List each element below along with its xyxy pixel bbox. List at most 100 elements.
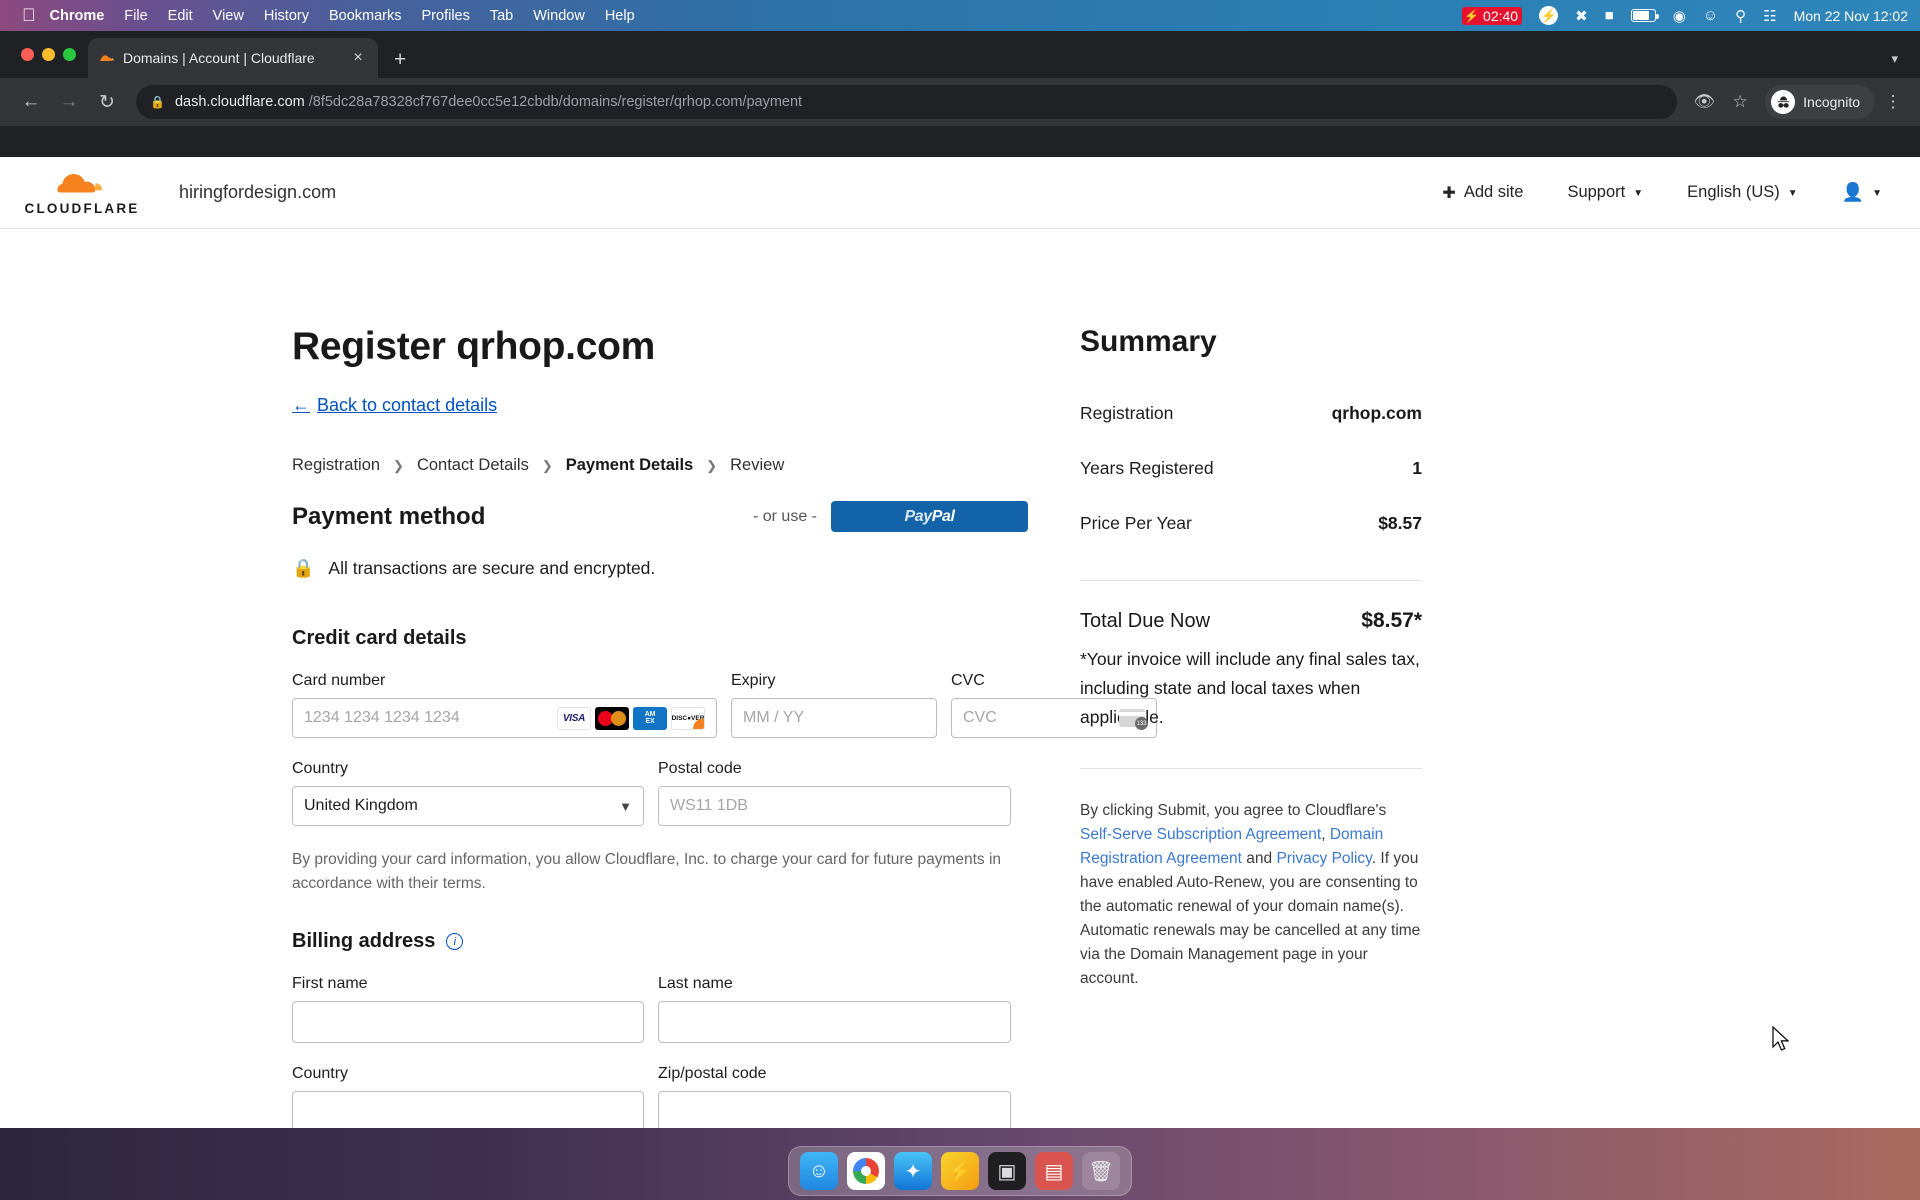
legal-mid-2: and (1241, 850, 1277, 867)
mastercard-icon (595, 706, 629, 730)
privacy-policy-link[interactable]: Privacy Policy (1276, 850, 1371, 867)
zip-label: Zip/postal code (658, 1065, 767, 1082)
add-site-button[interactable]: ✚ Add site (1442, 183, 1523, 203)
first-name-label: First name (292, 975, 368, 992)
postal-code-input[interactable]: WS11 1DB (658, 786, 1011, 826)
add-site-label: Add site (1463, 183, 1524, 201)
safari-icon[interactable]: ✦ (894, 1152, 932, 1190)
support-label: Support (1567, 183, 1626, 201)
card-country-select[interactable]: United Kingdom ▼ (292, 786, 644, 826)
menubar-item-history[interactable]: History (264, 8, 309, 24)
battery-time-label: 02:40 (1483, 7, 1519, 24)
legal-pre: By clicking Submit, you agree to Cloudfl… (1080, 802, 1387, 819)
menubar-item-edit[interactable]: Edit (168, 8, 193, 24)
minimize-window-button[interactable] (42, 48, 55, 61)
bolt-circle-icon[interactable]: ⚡ (1539, 6, 1559, 25)
current-site-name[interactable]: hiringfordesign.com (179, 182, 336, 203)
summary-key: Registration (1080, 403, 1174, 423)
back-button[interactable]: ← (14, 85, 48, 119)
keyboard-brightness-icon[interactable]: ■ (1605, 7, 1614, 24)
bookmark-star-icon[interactable]: ☆ (1725, 92, 1755, 112)
total-due-value: $8.57* (1361, 609, 1422, 632)
menubar-item-window[interactable]: Window (533, 8, 585, 24)
incognito-label: Incognito (1803, 94, 1860, 110)
breadcrumb-item-review[interactable]: Review (730, 456, 784, 475)
chevron-down-icon: ▼ (1787, 188, 1798, 199)
battery-icon[interactable] (1630, 9, 1659, 22)
billing-country-select[interactable] (292, 1091, 644, 1133)
wifi-icon[interactable]: ◉ (1673, 7, 1686, 25)
incognito-profile-button[interactable]: Incognito (1765, 85, 1874, 119)
language-menu[interactable]: English (US) ▼ (1687, 183, 1798, 202)
search-icon[interactable]: ⚲ (1735, 7, 1746, 25)
menubar-item-help[interactable]: Help (605, 8, 635, 24)
chevron-down-icon[interactable]: ▾ (1891, 51, 1898, 67)
chrome-icon[interactable] (847, 1152, 885, 1190)
breadcrumb-separator-icon: ❯ (393, 457, 404, 473)
maximize-window-button[interactable] (63, 48, 76, 61)
menubar-item-file[interactable]: File (124, 8, 147, 24)
account-icon[interactable]: ☺ (1703, 7, 1718, 24)
menubar-item-chrome[interactable]: Chrome (50, 8, 105, 24)
bluetooth-off-icon[interactable]: ✖ (1575, 7, 1588, 25)
zip-input[interactable] (658, 1091, 1011, 1133)
close-window-button[interactable] (21, 48, 34, 61)
close-tab-button[interactable]: × (348, 50, 368, 66)
cloudflare-logo[interactable]: CLOUDFLARE (22, 170, 142, 216)
summary-column: Summary Registration qrhop.com Years Reg… (1028, 325, 1488, 1133)
address-bar[interactable]: 🔒 dash.cloudflare.com /8f5dc28a78328cf76… (136, 85, 1678, 119)
eye-off-icon[interactable]: 👁 (1689, 92, 1719, 112)
cloudflare-header: CLOUDFLARE hiringfordesign.com ✚ Add sit… (0, 157, 1920, 229)
menubar-item-view[interactable]: View (213, 8, 244, 24)
postal-code-field-group: Postal code WS11 1DB (658, 760, 1011, 826)
back-to-contact-details-link[interactable]: ← Back to contact details (292, 395, 497, 416)
battery-timer-chip[interactable]: ⚡ 02:40 (1462, 6, 1523, 25)
finder-icon[interactable]: ☺ (800, 1152, 838, 1190)
billing-country-field-group: Country (292, 1065, 644, 1133)
menubar-item-bookmarks[interactable]: Bookmarks (329, 8, 402, 24)
menubar-item-tab[interactable]: Tab (490, 8, 513, 24)
postal-code-label: Postal code (658, 760, 742, 777)
plus-circle-icon: ✚ (1442, 184, 1456, 202)
card-number-input[interactable]: 1234 1234 1234 1234 VISA AM EX DISC●VER (292, 698, 717, 738)
menubar-item-profiles[interactable]: Profiles (422, 8, 470, 24)
apple-menu-icon[interactable]:  (22, 6, 36, 24)
expiry-input[interactable]: MM / YY (731, 698, 937, 738)
cloudflare-favicon (98, 50, 115, 67)
payment-method-header-row: Payment method - or use - PayPal (292, 501, 1028, 532)
info-icon[interactable]: i (446, 933, 464, 950)
card-number-label: Card number (292, 672, 386, 689)
summary-title: Summary (1080, 325, 1217, 358)
legal-text: By clicking Submit, you agree to Cloudfl… (1080, 799, 1422, 991)
last-name-input[interactable] (658, 1001, 1011, 1043)
cloudflare-wordmark: CLOUDFLARE (24, 200, 140, 216)
reload-button[interactable]: ↻ (90, 85, 124, 119)
shortcuts-icon[interactable]: ⚡ (941, 1152, 979, 1190)
account-menu[interactable]: 👤 ▼ (1842, 182, 1882, 203)
browser-tab-title: Domains | Account | Cloudflare (123, 50, 315, 66)
amex-line-2: EX (645, 718, 655, 725)
first-name-input[interactable] (292, 1001, 644, 1043)
browser-tabstrip: Domains | Account | Cloudflare × + ▾ (0, 31, 1920, 78)
self-serve-subscription-agreement-link[interactable]: Self-Serve Subscription Agreement (1080, 826, 1321, 843)
paypal-button[interactable]: PayPal (831, 501, 1028, 532)
chrome-menu-icon[interactable]: ⋮ (1880, 92, 1906, 112)
camera-icon[interactable]: ▣ (988, 1152, 1026, 1190)
breadcrumb-item-registration[interactable]: Registration (292, 456, 380, 475)
new-tab-button[interactable]: + (394, 49, 406, 70)
legal-mid-1: , (1321, 826, 1330, 843)
support-menu[interactable]: Support ▼ (1567, 183, 1643, 202)
macos-menubar:  Chrome File Edit View History Bookmark… (0, 0, 1920, 31)
paypal-logo: PayPal (904, 508, 955, 526)
person-icon: 👤 (1841, 182, 1865, 202)
summary-row-registration: Registration qrhop.com (1080, 403, 1422, 424)
control-center-icon[interactable]: ☷ (1763, 7, 1776, 25)
forward-button[interactable]: → (52, 85, 86, 119)
wallet-icon[interactable]: ▤ (1035, 1152, 1073, 1190)
first-name-field-group: First name (292, 975, 644, 1043)
trash-icon[interactable]: 🗑 (1082, 1152, 1120, 1190)
breadcrumb-item-payment-details[interactable]: Payment Details (566, 456, 693, 475)
menubar-clock[interactable]: Mon 22 Nov 12:02 (1794, 8, 1908, 24)
breadcrumb-item-contact-details[interactable]: Contact Details (417, 456, 529, 475)
browser-tab[interactable]: Domains | Account | Cloudflare × (88, 38, 378, 78)
